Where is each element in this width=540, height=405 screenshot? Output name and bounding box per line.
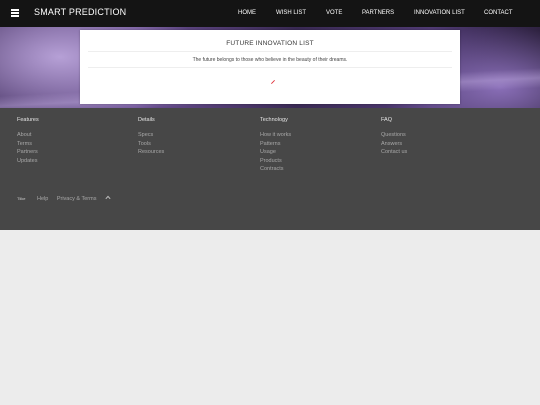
footer-link-questions[interactable]: Questions — [381, 131, 407, 140]
footer-link-answers[interactable]: Answers — [381, 140, 407, 149]
innovation-list-card: FUTURE INNOVATION LIST The future belong… — [80, 30, 460, 104]
card-divider-bottom — [88, 67, 452, 68]
footer-column-technology: Technology How it works Patterns Usage P… — [260, 117, 291, 174]
footer-link-patterns[interactable]: Patterns — [260, 140, 291, 149]
nav-wish-list[interactable]: WISH LIST — [276, 10, 306, 16]
hamburger-menu-icon[interactable] — [11, 9, 19, 17]
footer-column-details: Details Specs Tools Resources — [138, 117, 164, 157]
footer-column-features: Features About Terms Partners Updates — [17, 117, 39, 165]
footer-bottom-bar: Tlike Help Privacy & Terms — [17, 195, 118, 202]
card-subtitle: The future belongs to those who believe … — [192, 57, 348, 63]
footer-link-updates[interactable]: Updates — [17, 157, 39, 166]
footer-privacy-terms-link[interactable]: Privacy & Terms — [57, 196, 97, 202]
nav-home[interactable]: HOME — [238, 10, 256, 16]
footer-link-resources[interactable]: Resources — [138, 148, 164, 157]
footer-heading: Details — [138, 117, 155, 123]
top-navigation-bar: SMART PREDICTION HOME WISH LIST VOTE PAR… — [0, 0, 540, 27]
footer-link-contact-us[interactable]: Contact us — [381, 148, 407, 157]
chevron-up-icon[interactable] — [105, 195, 111, 202]
footer-heading: Technology — [260, 117, 288, 123]
footer-link-products[interactable]: Products — [260, 157, 291, 166]
footer-link-about[interactable]: About — [17, 131, 39, 140]
nav-innovation-list[interactable]: INNOVATION LIST — [414, 10, 465, 16]
footer-link-contracts[interactable]: Contracts — [260, 165, 291, 174]
footer-link-specs[interactable]: Specs — [138, 131, 164, 140]
footer-link-terms[interactable]: Terms — [17, 140, 39, 149]
footer-heading: Features — [17, 117, 39, 123]
card-title: FUTURE INNOVATION LIST — [226, 40, 314, 47]
nav-partners[interactable]: PARTNERS — [362, 10, 394, 16]
footer-link-tools[interactable]: Tools — [138, 140, 164, 149]
footer-link-usage[interactable]: Usage — [260, 148, 291, 157]
footer-logo[interactable]: Tlike — [17, 196, 25, 201]
nav-vote[interactable]: VOTE — [326, 10, 342, 16]
loading-spinner-icon — [271, 80, 275, 84]
card-divider-top — [88, 51, 452, 52]
footer-help-link[interactable]: Help — [37, 196, 48, 202]
site-footer: Features About Terms Partners Updates De… — [0, 108, 540, 230]
footer-link-partners[interactable]: Partners — [17, 148, 39, 157]
nav-contact[interactable]: CONTACT — [484, 10, 513, 16]
brand-title[interactable]: SMART PREDICTION — [34, 7, 126, 17]
footer-column-faq: FAQ Questions Answers Contact us — [381, 117, 407, 157]
footer-heading: FAQ — [381, 117, 393, 123]
footer-link-how-it-works[interactable]: How it works — [260, 131, 291, 140]
